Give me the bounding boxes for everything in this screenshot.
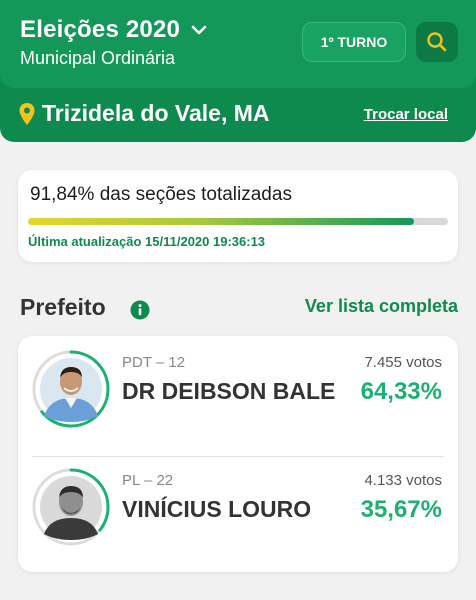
candidate-row[interactable]: PDT – 12 DR DEIBSON BALE 7.455 votos 64,… — [18, 348, 458, 450]
candidate-photo — [32, 468, 110, 546]
current-location: Trizidela do Vale, MA — [18, 100, 270, 127]
search-icon — [427, 32, 447, 52]
candidate-votes: 4.133 votos — [364, 472, 442, 489]
search-button[interactable] — [416, 22, 458, 62]
location-name: Trizidela do Vale, MA — [42, 100, 270, 126]
candidate-row[interactable]: PL – 22 VINÍCIUS LOURO 4.133 votos 35,67… — [18, 466, 458, 562]
election-subtitle: Municipal Ordinária — [20, 48, 176, 68]
candidate-votes: 7.455 votos — [364, 354, 442, 371]
progress-title: 91,84% das seções totalizadas — [30, 184, 292, 205]
app-header: Eleições 2020 Municipal Ordinária 1º TUR… — [0, 0, 476, 88]
progress-bar-fill — [28, 218, 414, 225]
chevron-down-icon — [191, 25, 207, 35]
location-bar: Eleições 2020 Municipal Ordinária 1º TUR… — [0, 0, 476, 142]
candidate-party: PL – 22 — [122, 472, 174, 489]
progress-bar — [28, 218, 448, 225]
change-location-link[interactable]: Trocar local — [364, 106, 448, 123]
election-selector[interactable]: Eleições 2020 — [20, 16, 208, 44]
avatar — [32, 350, 110, 428]
candidate-party: PDT – 12 — [122, 354, 186, 371]
candidate-name: VINÍCIUS LOURO — [122, 496, 312, 522]
candidate-percent: 64,33% — [360, 378, 442, 405]
last-update-text: Última atualização 15/11/2020 19:36:13 — [28, 234, 266, 249]
location-pin-icon — [19, 102, 35, 125]
turno-button[interactable]: 1º TURNO — [302, 22, 406, 62]
candidate-name: DR DEIBSON BALE — [122, 378, 336, 404]
progress-card: 91,84% das seções totalizadas Última atu… — [18, 170, 458, 262]
candidates-card: PDT – 12 DR DEIBSON BALE 7.455 votos 64,… — [18, 336, 458, 572]
section-title: Prefeito — [20, 294, 106, 320]
election-title: Eleições 2020 — [20, 16, 181, 43]
divider — [32, 456, 444, 457]
candidate-percent: 35,67% — [360, 496, 442, 523]
section-header: Prefeito Ver lista completa — [20, 294, 458, 324]
avatar — [32, 468, 110, 546]
info-icon[interactable] — [130, 300, 150, 320]
candidate-photo — [32, 350, 110, 428]
see-full-list-link[interactable]: Ver lista completa — [305, 296, 458, 317]
